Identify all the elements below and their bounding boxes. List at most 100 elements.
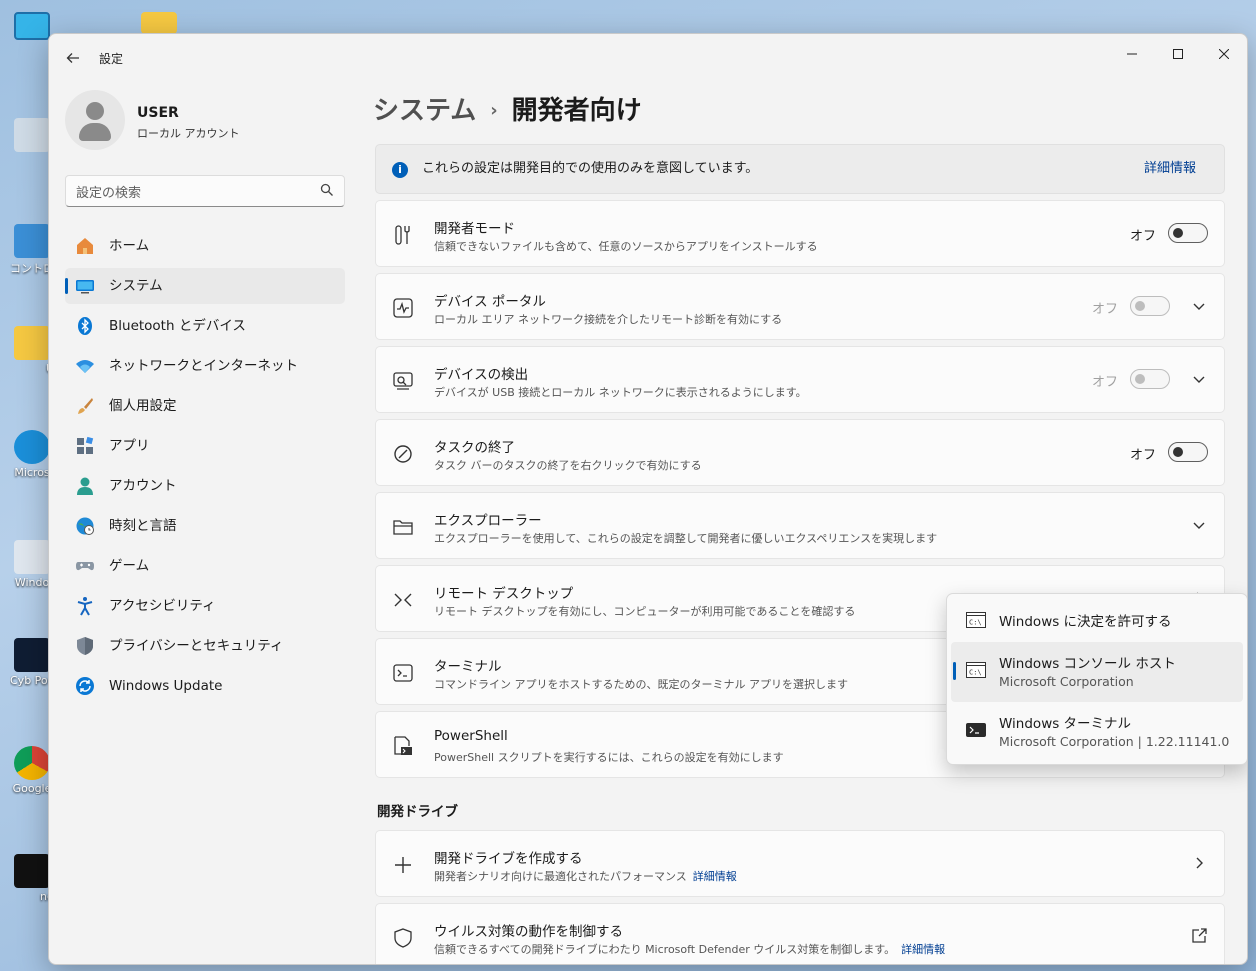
account-icon — [77, 477, 93, 495]
sidebar-item-label: プライバシーとセキュリティ — [109, 638, 284, 654]
powershell-icon — [394, 736, 412, 755]
breadcrumb-parent[interactable]: システム — [373, 96, 476, 126]
sidebar-item-accounts[interactable]: アカウント — [65, 468, 345, 504]
option-title: Windows コンソール ホスト — [999, 656, 1176, 672]
terminal-option-console-host[interactable]: C:\ Windows コンソール ホスト Microsoft Corporat… — [951, 642, 1243, 702]
setting-description: デバイスが USB 接続とローカル ネットワークに表示されるようにします。 — [434, 386, 807, 399]
setting-description: エクスプローラーを使用して、これらの設定を調整して開発者に優しいエクスペリエンス… — [434, 532, 938, 545]
monitor-icon — [14, 12, 50, 40]
settings-window: 設定 USER ローカル アカウント 設定の検索 ホーム システム Blueto… — [48, 33, 1248, 965]
system-icon — [76, 280, 94, 294]
setting-antivirus-behavior[interactable]: ウイルス対策の動作を制御する 信頼できるすべての開発ドライブにわたり Micro… — [375, 903, 1225, 964]
wifi-icon — [76, 360, 94, 373]
setting-create-dev-drive[interactable]: 開発ドライブを作成する 開発者シナリオ向けに最適化されたパフォーマンス 詳細情報 — [375, 830, 1225, 897]
sidebar-item-personalization[interactable]: 個人用設定 — [65, 388, 345, 424]
setting-description: 開発者シナリオ向けに最適化されたパフォーマンス 詳細情報 — [434, 868, 737, 884]
external-link-icon[interactable] — [1190, 926, 1208, 946]
setting-device-discovery[interactable]: デバイスの検出 デバイスが USB 接続とローカル ネットワークに表示されるよう… — [375, 346, 1225, 413]
globe-clock-icon — [76, 517, 94, 535]
option-publisher: Microsoft Corporation | 1.22.11141.0 — [999, 734, 1230, 749]
search-placeholder: 設定の検索 — [76, 186, 142, 201]
toggle-state-label: オフ — [1129, 229, 1156, 244]
maximize-button[interactable] — [1155, 40, 1201, 70]
learn-more-link[interactable]: 詳細情報 — [693, 870, 737, 883]
avatar — [65, 90, 125, 150]
terminal-icon — [393, 664, 413, 682]
setting-end-task: タスクの終了 タスク バーのタスクの終了を右クリックで有効にする オフ — [375, 419, 1225, 486]
plus-icon — [395, 857, 411, 873]
learn-more-link[interactable]: 詳細情報 — [901, 943, 945, 956]
toggle-state-label: オフ — [1091, 302, 1118, 317]
toggle-switch — [1130, 296, 1170, 316]
terminal-option-let-windows-decide[interactable]: C:\ Windows に決定を許可する — [951, 598, 1243, 642]
sidebar-item-bluetooth[interactable]: Bluetooth とデバイス — [65, 308, 345, 344]
console-icon: C:\ — [966, 662, 986, 678]
desktop-icon-pc[interactable] — [10, 12, 54, 40]
toggle-switch[interactable] — [1168, 442, 1208, 462]
shield-icon — [77, 637, 93, 655]
setting-description: リモート デスクトップを有効にし、コンピューターが利用可能であることを確認する — [434, 605, 856, 618]
sidebar-item-label: システム — [109, 278, 163, 294]
setting-device-portal[interactable]: デバイス ポータル ローカル エリア ネットワーク接続を介したリモート診断を有効… — [375, 273, 1225, 340]
breadcrumb-separator-icon: › — [490, 100, 498, 121]
cmd-icon — [14, 854, 50, 888]
block-icon — [394, 445, 412, 463]
gamepad-icon — [76, 562, 94, 571]
console-icon: C:\ — [966, 612, 986, 628]
setting-description: PowerShell スクリプトを実行するには、これらの設定を有効にします — [434, 751, 784, 764]
sidebar-item-network[interactable]: ネットワークとインターネット — [65, 348, 345, 384]
sidebar-item-label: アカウント — [109, 478, 177, 494]
sidebar-item-label: ホーム — [109, 238, 150, 254]
device-search-icon — [393, 372, 413, 390]
toggle-switch[interactable] — [1168, 223, 1208, 243]
setting-file-explorer[interactable]: エクスプローラー エクスプローラーを使用して、これらの設定を調整して開発者に優し… — [375, 492, 1225, 559]
chevron-down-icon[interactable] — [1190, 515, 1208, 535]
main-content: i これらの設定は開発目的での使用のみを意図しています。 詳細情報 開発者モード… — [375, 144, 1225, 964]
folder-icon — [393, 520, 413, 535]
edge-icon — [14, 430, 50, 464]
sidebar-item-label: Bluetooth とデバイス — [109, 318, 246, 334]
chevron-right-icon[interactable] — [1190, 853, 1208, 873]
setting-title: ウイルス対策の動作を制御する — [434, 924, 623, 940]
sidebar-item-apps[interactable]: アプリ — [65, 428, 345, 464]
sidebar-item-accessibility[interactable]: アクセシビリティ — [65, 588, 345, 624]
setting-description: タスク バーのタスクの終了を右クリックで有効にする — [434, 459, 702, 472]
sidebar-item-label: 個人用設定 — [109, 398, 177, 414]
desktop-icon-folder[interactable] — [138, 12, 180, 34]
info-bar-link[interactable]: 詳細情報 — [1144, 145, 1196, 193]
close-button[interactable] — [1201, 40, 1247, 70]
section-heading-dev-drive: 開発ドライブ — [377, 804, 458, 820]
sidebar-item-system[interactable]: システム — [65, 268, 345, 304]
info-bar-text: これらの設定は開発目的での使用のみを意図しています。 — [422, 161, 759, 176]
setting-title: タスクの終了 — [434, 440, 515, 456]
sidebar-item-home[interactable]: ホーム — [65, 228, 345, 264]
sidebar-item-privacy[interactable]: プライバシーとセキュリティ — [65, 628, 345, 664]
pulse-icon — [393, 298, 413, 318]
setting-title: 開発者モード — [434, 221, 515, 237]
title-bar: 設定 — [49, 34, 1247, 82]
chevron-down-icon[interactable] — [1190, 369, 1208, 389]
option-title: Windows ターミナル — [999, 716, 1132, 732]
back-button[interactable] — [59, 46, 87, 70]
setting-title: エクスプローラー — [434, 513, 542, 529]
description-text: 信頼できるすべての開発ドライブにわたり Microsoft Defender ウ… — [434, 943, 896, 956]
svg-text:C:\: C:\ — [969, 669, 982, 677]
search-input[interactable]: 設定の検索 — [65, 175, 345, 207]
bluetooth-icon — [78, 317, 92, 335]
minimize-button[interactable] — [1109, 40, 1155, 70]
terminal-option-windows-terminal[interactable]: Windows ターミナル Microsoft Corporation | 1.… — [951, 702, 1243, 762]
folder-icon — [14, 326, 50, 360]
sidebar-item-label: アクセシビリティ — [109, 598, 216, 614]
minimize-icon — [1127, 53, 1137, 55]
setting-title: デバイス ポータル — [434, 294, 546, 310]
sidebar-item-label: アプリ — [109, 438, 150, 454]
search-icon — [320, 183, 333, 196]
chevron-down-icon[interactable] — [1190, 296, 1208, 316]
app-title: 設定 — [99, 52, 124, 66]
sidebar-item-gaming[interactable]: ゲーム — [65, 548, 345, 584]
setting-developer-mode: 開発者モード 信頼できないファイルも含めて、任意のソースからアプリをインストール… — [375, 200, 1225, 267]
sidebar-item-windows-update[interactable]: Windows Update — [65, 668, 345, 704]
sidebar-item-time-language[interactable]: 時刻と言語 — [65, 508, 345, 544]
brush-icon — [78, 398, 93, 414]
shield-outline-icon — [394, 928, 412, 948]
